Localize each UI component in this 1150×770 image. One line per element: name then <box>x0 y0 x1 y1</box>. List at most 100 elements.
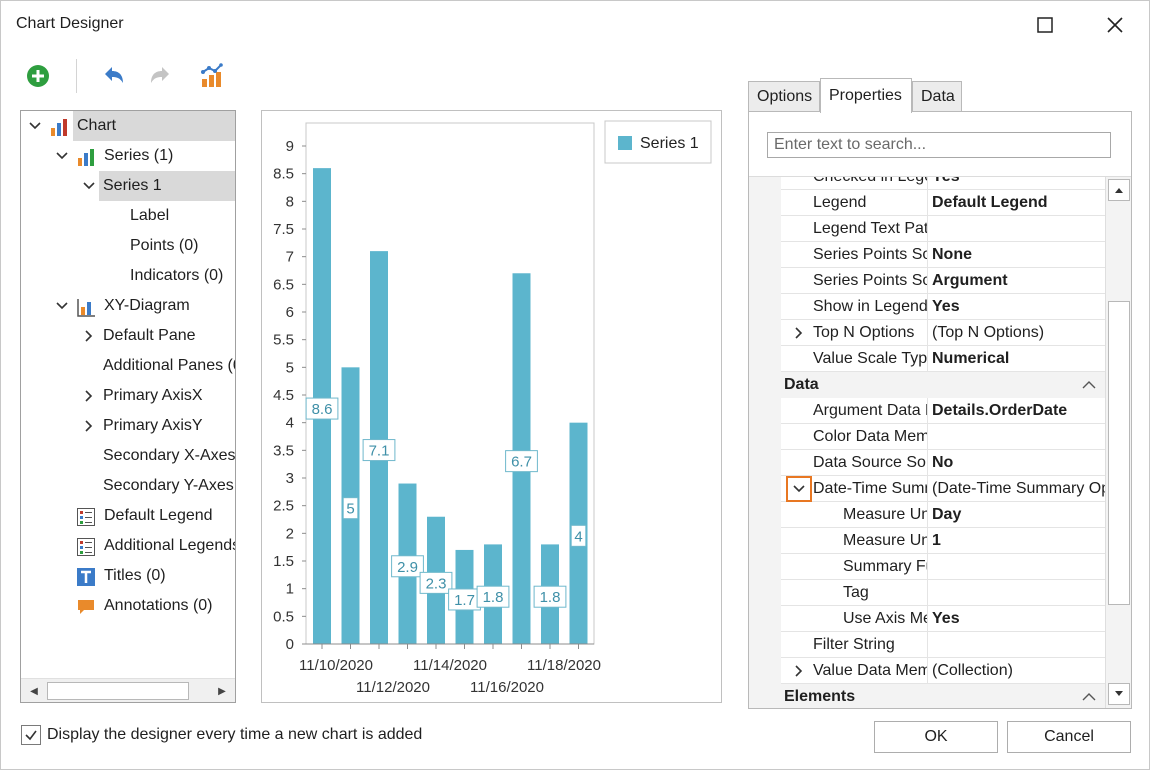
property-row[interactable]: Filter String <box>749 632 1105 658</box>
tree-node[interactable]: Primary AxisX <box>21 381 235 411</box>
scroll-right-icon: ▶ <box>218 685 226 697</box>
property-value[interactable]: Yes <box>927 177 1105 190</box>
property-value[interactable]: Yes <box>927 606 1105 632</box>
tree-node[interactable]: Default Legend <box>21 501 235 531</box>
property-category[interactable]: Data <box>749 372 1105 398</box>
property-value[interactable]: Default Legend <box>927 190 1105 216</box>
property-row[interactable]: Legend Text Pattern <box>749 216 1105 242</box>
tree-node[interactable]: Titles (0) <box>21 561 235 591</box>
display-designer-checkbox[interactable] <box>21 725 41 745</box>
property-value[interactable]: Day <box>927 502 1105 528</box>
property-row[interactable]: Measure UnitDay <box>749 502 1105 528</box>
property-value[interactable] <box>927 554 1105 580</box>
property-row[interactable]: Use Axis Measure UnitYes <box>749 606 1105 632</box>
property-grid: Checked in LegendYesLegendDefault Legend… <box>749 176 1131 708</box>
tab-options[interactable]: Options <box>748 81 820 112</box>
property-row[interactable]: Value Data Members(Collection) <box>749 658 1105 684</box>
maximize-button[interactable] <box>1025 5 1065 45</box>
property-row[interactable]: Measure Unit Multiplier1 <box>749 528 1105 554</box>
legend-swatch <box>618 136 632 150</box>
tree-node[interactable]: Chart <box>29 111 235 141</box>
tree-node[interactable]: Additional Legends (0) <box>21 531 235 561</box>
scroll-up-button[interactable] <box>1108 179 1130 201</box>
property-vertical-scrollbar[interactable] <box>1105 177 1131 708</box>
chevron-up-icon[interactable] <box>1079 684 1099 708</box>
tree-node[interactable]: Default Pane <box>21 321 235 351</box>
tree-node[interactable]: Secondary X-Axes (0) <box>21 441 235 471</box>
tree-node[interactable]: Indicators (0) <box>21 261 235 291</box>
property-category[interactable]: Elements <box>749 684 1105 708</box>
chevron-right-icon[interactable] <box>790 320 808 346</box>
property-value[interactable]: Details.OrderDate <box>927 398 1105 424</box>
chevron-right-icon[interactable] <box>790 658 808 684</box>
property-row[interactable]: Checked in LegendYes <box>749 177 1105 190</box>
chevron-down-icon[interactable] <box>54 141 70 171</box>
chevron-down-icon[interactable] <box>54 291 70 321</box>
property-value[interactable] <box>927 580 1105 606</box>
tree-node[interactable]: Series 1 <box>83 171 235 201</box>
scroll-thumb[interactable] <box>47 682 189 700</box>
property-row[interactable]: Show in Legend Yes <box>749 294 1105 320</box>
chevron-down-icon[interactable] <box>81 171 97 201</box>
property-value[interactable]: (Date-Time Summary Options) <box>927 476 1105 502</box>
tree-horizontal-scrollbar[interactable]: ◀ ▶ <box>21 678 235 702</box>
chevron-up-icon[interactable] <box>1079 372 1099 398</box>
scroll-thumb[interactable] <box>1108 301 1130 605</box>
property-value[interactable]: 1 <box>927 528 1105 554</box>
element-tree[interactable]: Chart Series (1) Series 1 Label Points (0) In… <box>20 110 236 703</box>
property-value[interactable]: (Collection) <box>927 658 1105 684</box>
property-value[interactable] <box>927 632 1105 658</box>
property-value[interactable] <box>927 216 1105 242</box>
chevron-down-icon[interactable] <box>27 111 43 141</box>
tree-node[interactable]: Additional Panes (0) <box>21 351 235 381</box>
property-row[interactable]: Color Data Member <box>749 424 1105 450</box>
property-row[interactable]: Series Points SortingNone <box>749 242 1105 268</box>
property-row[interactable]: Data Source SortedNo <box>749 450 1105 476</box>
tree-node-label: Series 1 <box>103 177 162 194</box>
property-value[interactable]: Yes <box>927 294 1105 320</box>
property-row[interactable]: Series Points Sorting KeyArgument <box>749 268 1105 294</box>
chevron-down-icon[interactable] <box>786 476 812 502</box>
tree-node[interactable]: Series (1) <box>21 141 235 171</box>
chevron-right-icon[interactable] <box>81 411 97 441</box>
chart-preview[interactable]: 0 0.5 1 1.5 2 2.5 3 3.5 4 4.5 5 5.5 6 6.5 7 7.5 8 8.5 9 11/… <box>261 110 722 703</box>
tree-node[interactable]: Secondary Y-Axes (0) <box>21 471 235 501</box>
add-button[interactable] <box>23 61 53 91</box>
property-row[interactable]: Top N Options (Top N Options) <box>749 320 1105 346</box>
scroll-right-button[interactable]: ▶ <box>211 681 233 701</box>
chevron-right-icon[interactable] <box>81 381 97 411</box>
property-value[interactable]: None <box>927 242 1105 268</box>
redo-button[interactable] <box>145 61 175 91</box>
property-search-input[interactable] <box>767 132 1111 158</box>
property-value[interactable]: Argument <box>927 268 1105 294</box>
tab-properties[interactable]: Properties <box>820 78 912 113</box>
tree-node[interactable]: Primary AxisY <box>21 411 235 441</box>
property-row[interactable]: Argument Data MemberDetails.OrderDate <box>749 398 1105 424</box>
display-designer-option[interactable]: Display the designer every time a new ch… <box>21 723 422 747</box>
tab-data[interactable]: Data <box>912 81 962 112</box>
undo-button[interactable] <box>99 61 129 91</box>
property-row[interactable]: Legend Default Legend <box>749 190 1105 216</box>
property-row[interactable]: Tag <box>749 580 1105 606</box>
scroll-left-button[interactable]: ◀ <box>23 681 45 701</box>
chart-wizard-button[interactable] <box>197 61 227 91</box>
property-row[interactable]: Date-Time Summary Options(Date-Time Summ… <box>749 476 1105 502</box>
legend[interactable]: Series 1 <box>604 120 712 164</box>
toolbar-separator <box>76 59 77 93</box>
tree-node[interactable]: Points (0) <box>21 231 235 261</box>
property-name: Checked in Legend <box>781 177 927 190</box>
tree-node[interactable]: Label <box>21 201 235 231</box>
property-value[interactable]: No <box>927 450 1105 476</box>
scroll-down-button[interactable] <box>1108 683 1130 705</box>
tree-node[interactable]: Annotations (0) <box>21 591 235 621</box>
property-value[interactable] <box>927 424 1105 450</box>
ok-button[interactable]: OK <box>874 721 998 753</box>
cancel-button[interactable]: Cancel <box>1007 721 1131 753</box>
tree-node[interactable]: XY-Diagram <box>21 291 235 321</box>
property-value[interactable]: Numerical <box>927 346 1105 372</box>
property-row[interactable]: Value Scale Type Numerical <box>749 346 1105 372</box>
property-row[interactable]: Summary Function <box>749 554 1105 580</box>
property-value[interactable]: (Top N Options) <box>927 320 1105 346</box>
close-button[interactable] <box>1095 5 1135 45</box>
chevron-right-icon[interactable] <box>81 321 97 351</box>
